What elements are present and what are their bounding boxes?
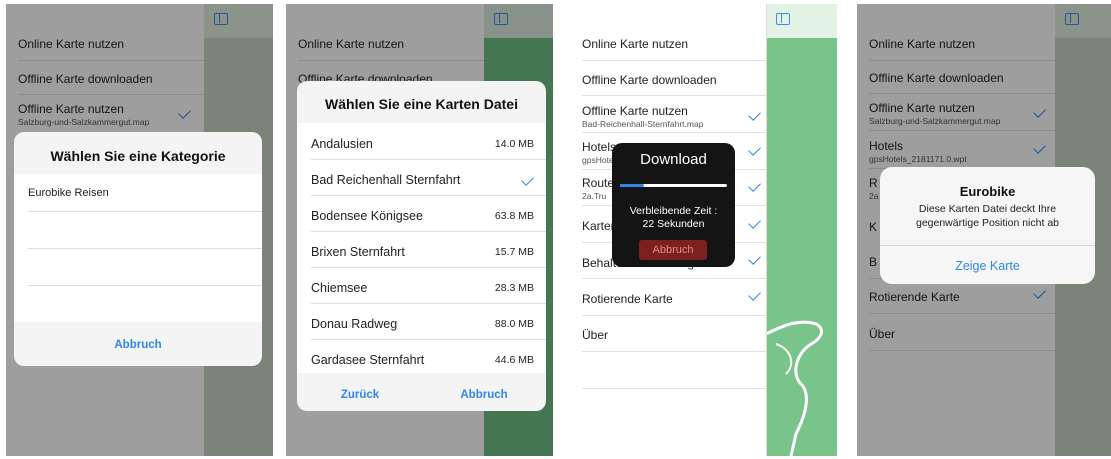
- screen-alert: Online Karte nutzen Offline Karte downlo…: [857, 4, 1111, 456]
- book-icon[interactable]: [776, 13, 790, 25]
- show-map-button[interactable]: Zeige Karte: [880, 259, 1095, 273]
- divider: [582, 132, 766, 133]
- sheet-title: Wählen Sie eine Kategorie: [50, 148, 226, 164]
- alert-dialog: Eurobike Diese Karten Datei deckt Ihre g…: [880, 167, 1095, 284]
- divider: [582, 315, 766, 316]
- file-row[interactable]: Bodensee Königsee 63.8 MB: [311, 209, 534, 223]
- category-sheet: Wählen Sie eine Kategorie Eurobike Reise…: [14, 132, 262, 366]
- file-row[interactable]: Gardasee Sternfahrt 44.6 MB: [311, 353, 534, 367]
- menu-item-offline-download[interactable]: Offline Karte downloaden: [582, 73, 766, 87]
- divider: [311, 339, 546, 340]
- map-roads: [766, 320, 823, 456]
- download-dialog: Download Verbleibende Zeit : 22 Sekunden…: [612, 143, 735, 267]
- divider: [880, 245, 1095, 246]
- cancel-button[interactable]: Abbruch: [14, 339, 262, 351]
- sheet-title: Wählen Sie eine Karten Datei: [325, 96, 518, 112]
- divider: [311, 195, 546, 196]
- menu-item-online-map[interactable]: Online Karte nutzen: [582, 37, 766, 51]
- screen-category-picker: Online Karte nutzen Offline Karte downlo…: [6, 4, 273, 456]
- file-list: Andalusien 14.0 MB Bad Reichenhall Sternf…: [297, 123, 546, 373]
- divider: [311, 231, 546, 232]
- map-view[interactable]: [766, 4, 837, 456]
- file-sheet: Wählen Sie eine Karten Datei Andalusien 1…: [297, 81, 546, 411]
- download-title: Download: [640, 151, 707, 168]
- abort-download-button[interactable]: Abbruch: [639, 240, 707, 260]
- divider: [582, 95, 766, 96]
- cancel-button[interactable]: Abbruch: [449, 389, 519, 401]
- menu-item-about[interactable]: Über: [582, 328, 766, 342]
- remaining-time-label: Verbleibende Zeit :: [629, 205, 718, 217]
- map-header: [766, 4, 837, 38]
- alert-title: Eurobike: [959, 184, 1016, 199]
- divider: [311, 303, 546, 304]
- menu-item-offline-use[interactable]: Offline Karte nutzen Bad-Reichenhall-Ster…: [582, 104, 766, 129]
- divider: [582, 278, 766, 279]
- remaining-time-value: 22 Sekunden: [642, 218, 705, 230]
- divider: [582, 351, 766, 352]
- file-row[interactable]: Donau Radweg 88.0 MB: [311, 317, 534, 331]
- back-button[interactable]: Zurück: [325, 389, 395, 401]
- divider: [311, 159, 546, 160]
- category-item[interactable]: Eurobike Reisen: [28, 187, 250, 199]
- file-row[interactable]: Brixen Sternfahrt 15.7 MB: [311, 245, 534, 259]
- alert-message-line2: gegenwärtige Position nicht ab: [915, 217, 1059, 229]
- divider: [311, 267, 546, 268]
- download-progress-fill: [620, 184, 644, 187]
- divider: [582, 388, 766, 389]
- file-row[interactable]: Andalusien 14.0 MB: [311, 137, 534, 151]
- alert-message-line1: Diese Karten Datei deckt Ihre: [918, 203, 1057, 215]
- screen-download: Online Karte nutzen Offline Karte downlo…: [570, 4, 837, 456]
- file-row[interactable]: Chiemsee 28.3 MB: [311, 281, 534, 295]
- screen-file-picker: Online Karte nutzen Offline Karte downlo…: [286, 4, 553, 456]
- menu-item-rotating-map[interactable]: Rotierende Karte: [582, 292, 766, 306]
- category-list: Eurobike Reisen: [14, 174, 262, 322]
- divider: [582, 60, 766, 61]
- divider: [28, 285, 262, 286]
- divider: [28, 248, 262, 249]
- divider: [28, 211, 262, 212]
- download-progress-bar: [620, 184, 727, 187]
- file-row[interactable]: Bad Reichenhall Sternfahrt: [311, 173, 534, 187]
